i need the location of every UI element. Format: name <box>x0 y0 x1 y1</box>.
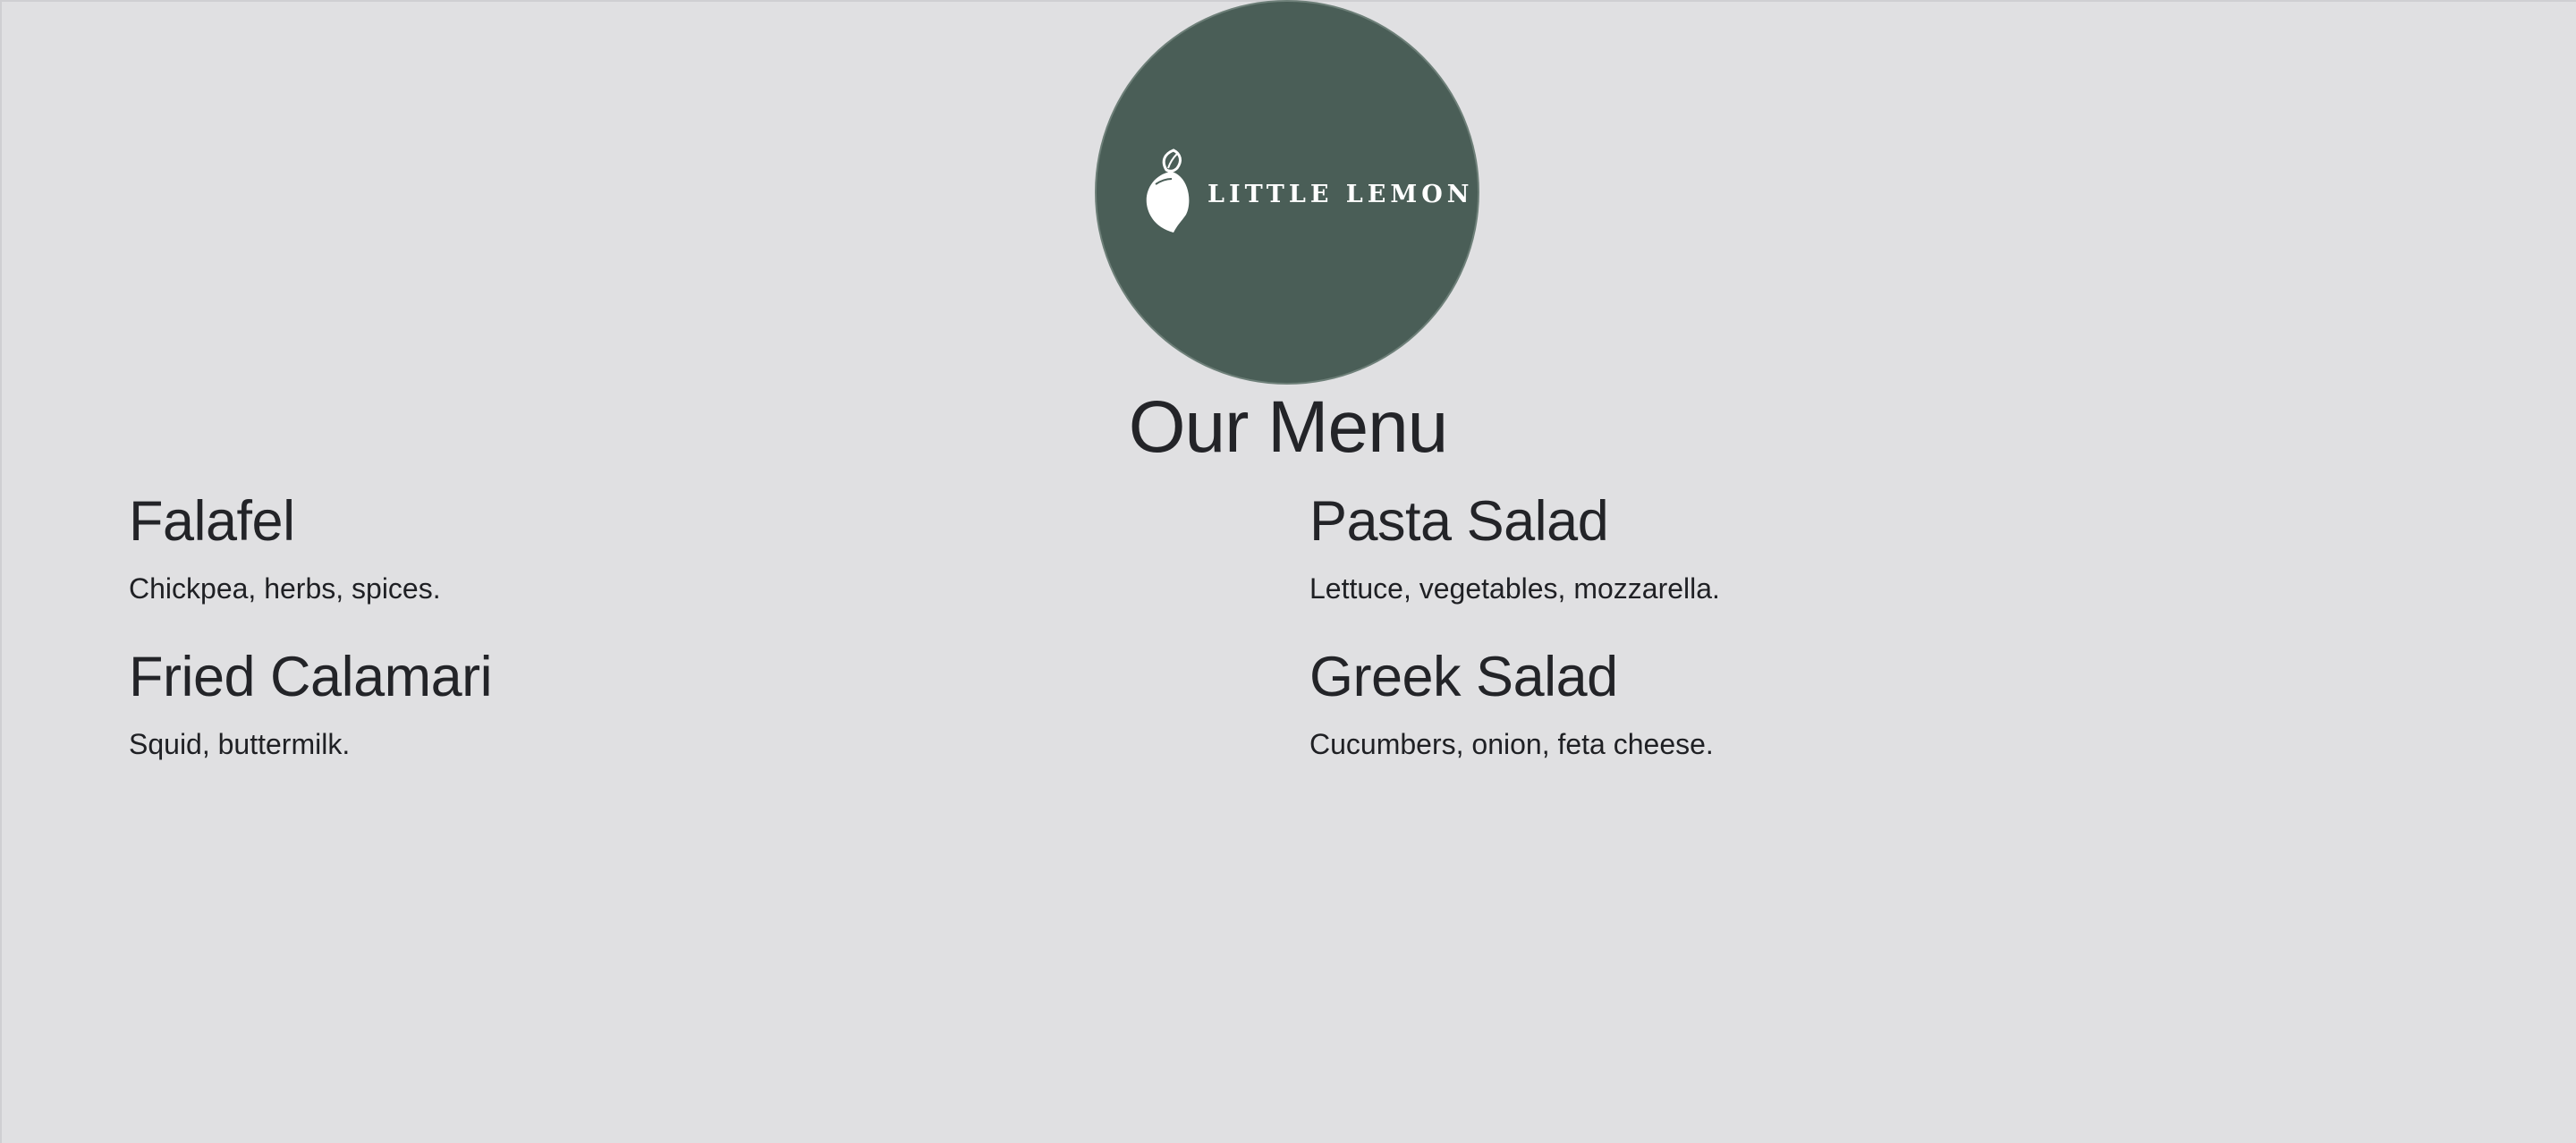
menu-grid: Falafel Chickpea, herbs, spices. Pasta S… <box>129 483 2454 794</box>
menu-item-description: Squid, buttermilk. <box>129 728 351 760</box>
menu-item-name: Falafel <box>129 490 295 553</box>
lemon-icon <box>1146 148 1190 233</box>
logo: LITTLE LEMON <box>1097 2 1478 383</box>
logo-text: LITTLE LEMON <box>1208 181 1474 208</box>
menu-item-name: Greek Salad <box>1309 646 1618 708</box>
menu-item-description: Chickpea, herbs, spices. <box>129 572 441 605</box>
menu-item: Fried Calamari Squid, buttermilk. <box>129 639 1309 794</box>
menu-item: Pasta Salad Lettuce, vegetables, mozzare… <box>1309 483 2454 639</box>
page-title: Our Menu <box>1128 386 1449 468</box>
menu-item-description: Lettuce, vegetables, mozzarella. <box>1309 572 1720 605</box>
menu-item-name: Fried Calamari <box>129 646 493 708</box>
menu-item: Falafel Chickpea, herbs, spices. <box>129 483 1309 639</box>
menu-item-description: Cucumbers, onion, feta cheese. <box>1309 728 1714 760</box>
menu-item-name: Pasta Salad <box>1309 490 1609 553</box>
menu-item: Greek Salad Cucumbers, onion, feta chees… <box>1309 639 2454 794</box>
